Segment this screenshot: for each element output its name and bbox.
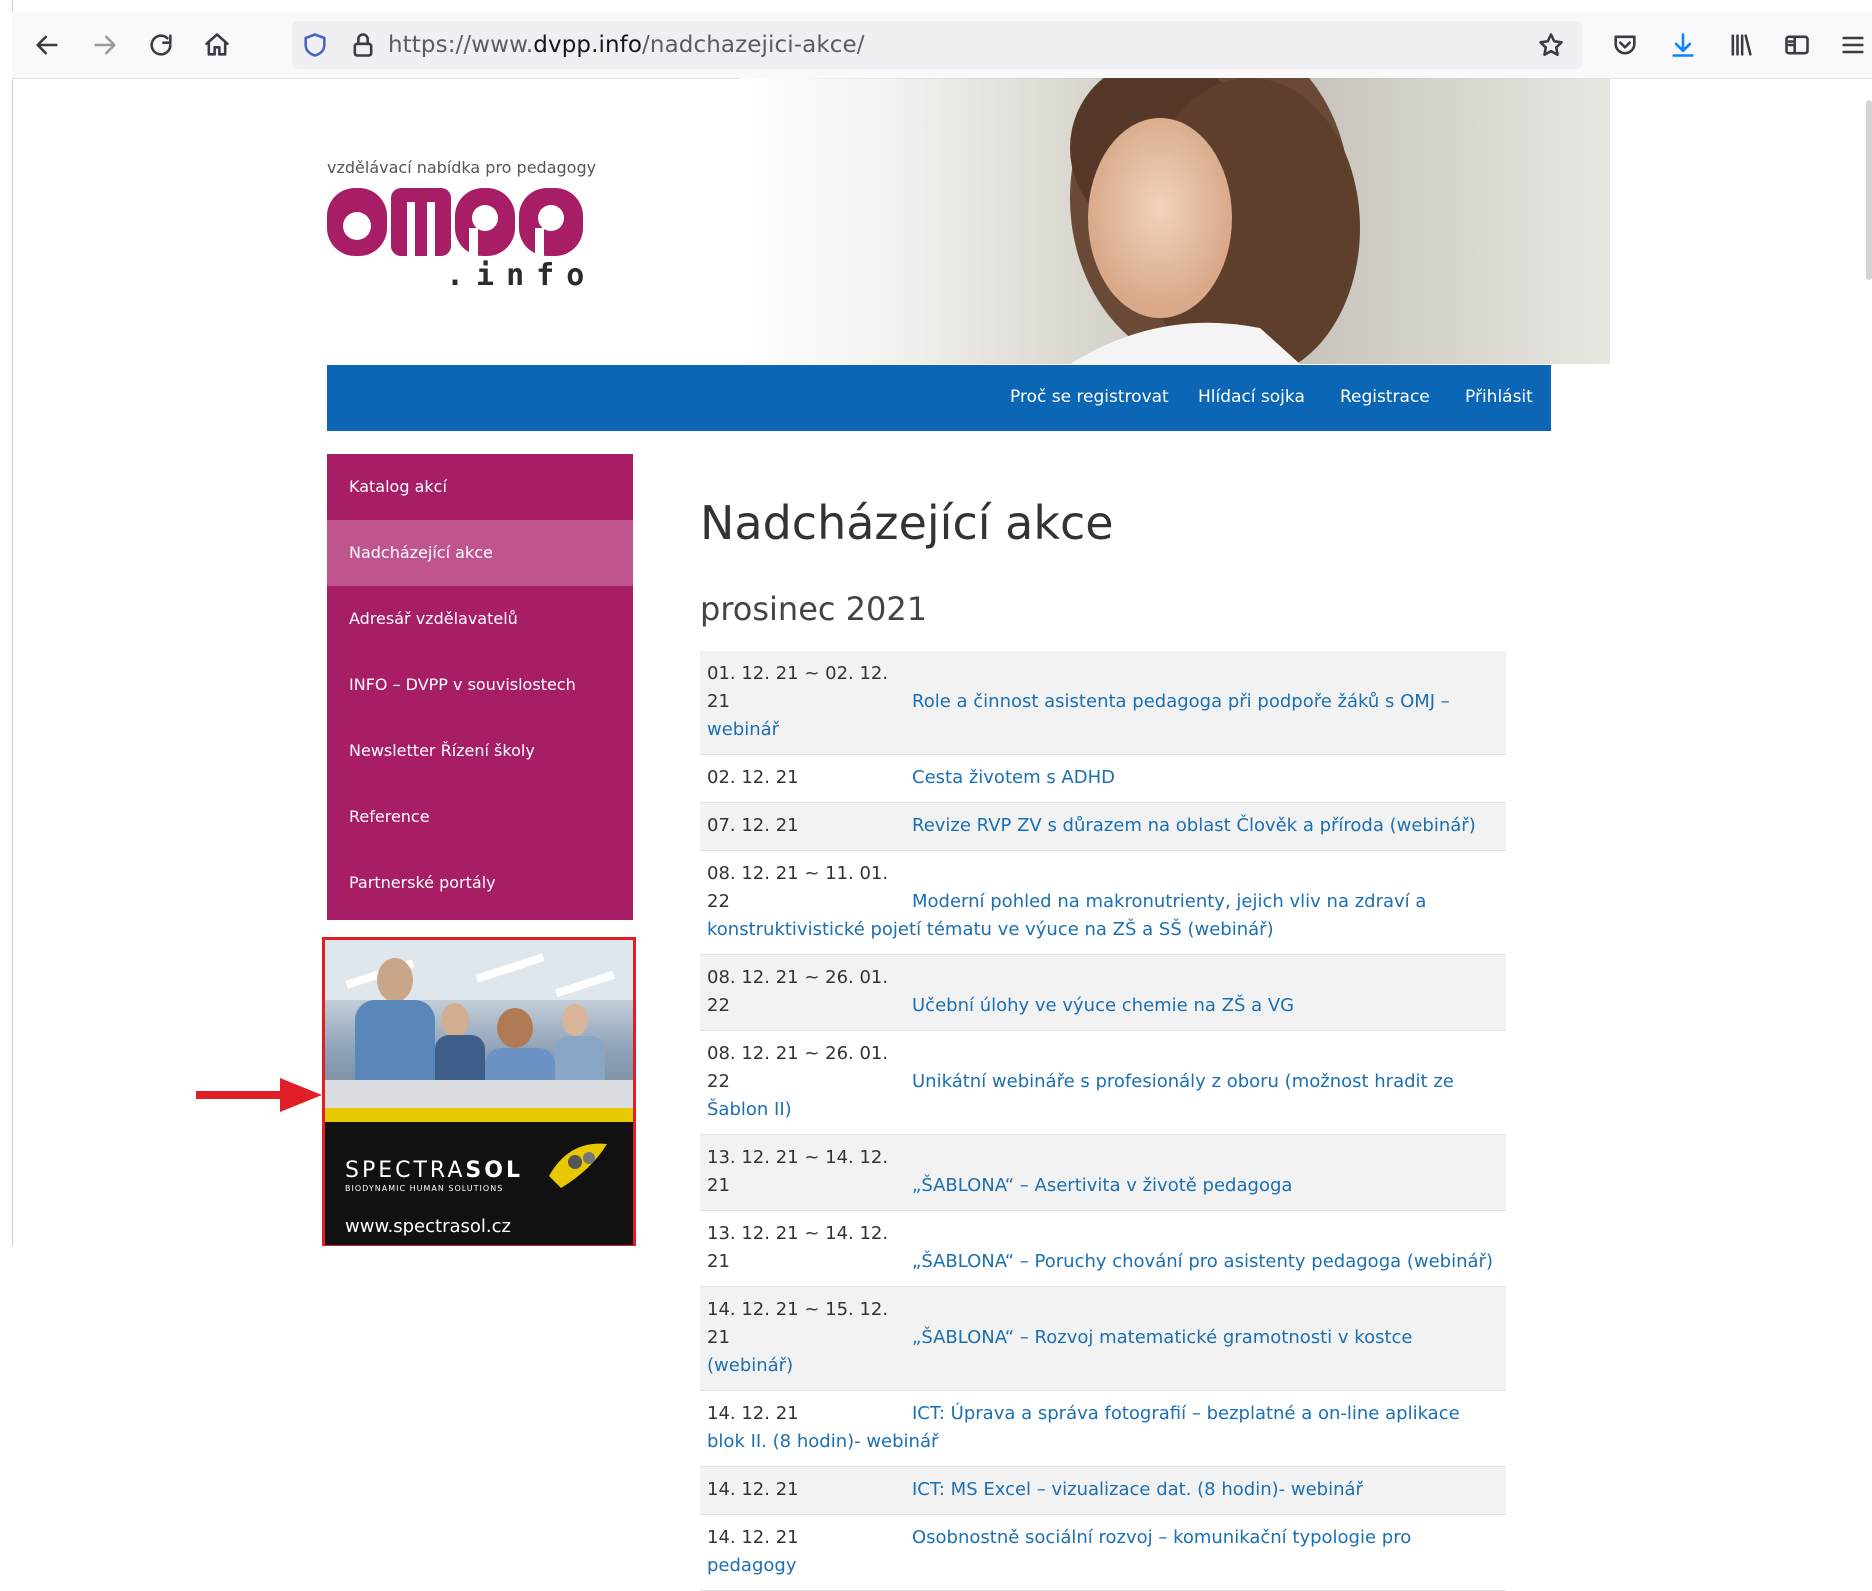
event-row: 13. 12. 21 ~ 14. 12. 21 „ŠABLONA“ – Asert… [700,1135,1506,1211]
ad-brand-name: SPECTRASOL [345,1158,523,1183]
sidebar-item-catalog[interactable]: Katalog akcí [327,454,633,520]
sidebar-icon [1785,35,1809,55]
ad-yellow-stripe [325,1108,633,1122]
event-date: 01. 12. 21 ~ 02. 12. 21 [707,663,889,712]
event-date: 02. 12. 21 [707,767,799,788]
month-heading: prosinec 2021 [700,590,928,628]
event-date: 14. 12. 21 [707,1527,799,1548]
ad-brand-subtitle: BIODYNAMIC HUMAN SOLUTIONS [345,1184,504,1193]
site-security-lock[interactable] [344,26,382,64]
event-date: 14. 12. 21 [707,1403,799,1424]
event-row: 08. 12. 21 ~ 26. 01. 22 Učební úlohy ve v… [700,955,1506,1031]
nav-registration[interactable]: Registrace [1340,387,1430,407]
red-arrow-annotation-icon [196,1078,322,1112]
home-icon [205,33,229,56]
spectrasol-emblem-icon [549,1143,607,1188]
downloads-button[interactable] [1664,26,1702,64]
sidebar-item-newsletter[interactable]: Newsletter Řízení školy [327,718,633,784]
sidebar-menu: Katalog akcí Nadcházející akce Adresář v… [327,454,633,920]
dvpp-logo-graphic [327,188,583,256]
event-link[interactable]: Cesta životem s ADHD [912,767,1115,788]
spectrasol-ad-banner[interactable]: SPECTRASOL BIODYNAMIC HUMAN SOLUTIONS ww… [322,937,636,1248]
event-date: 08. 12. 21 ~ 26. 01. 22 [707,1043,889,1092]
nav-watchdog[interactable]: Hlídací sojka [1198,387,1305,407]
library-button[interactable] [1722,26,1760,64]
pocket-button[interactable] [1606,26,1644,64]
dvpp-logo[interactable] [327,188,585,264]
event-date: 14. 12. 21 ~ 15. 12. 21 [707,1299,889,1348]
event-row: 14. 12. 21 ~ 15. 12. 21 „ŠABLONA“ – Rozvo… [700,1287,1506,1391]
ad-url[interactable]: www.spectrasol.cz [345,1216,511,1237]
site-tagline: vzdělávací nabídka pro pedagogy [327,158,597,177]
forward-button[interactable] [86,26,124,64]
sidebar-item-upcoming[interactable]: Nadcházející akce [327,520,633,586]
page-title: Nadcházející akce [700,496,1114,550]
library-icon [1731,34,1752,56]
bookmark-star-button[interactable] [1532,26,1570,64]
event-date: 13. 12. 21 ~ 14. 12. 21 [707,1223,889,1272]
event-date: 07. 12. 21 [707,815,799,836]
event-row: 08. 12. 21 ~ 11. 01. 22 Moderní pohled na… [700,851,1506,955]
window-frame-left [0,0,13,1248]
star-icon [1539,33,1563,56]
sidebar-item-reference[interactable]: Reference [327,784,633,850]
nav-why-register[interactable]: Proč se registrovat [1010,387,1169,407]
sidebar-item-info[interactable]: INFO – DVPP v souvislostech [327,652,633,718]
events-list: 01. 12. 21 ~ 02. 12. 21 Role a činnost as… [700,651,1506,1591]
event-link[interactable]: Revize RVP ZV s důrazem na oblast Člověk… [912,815,1476,836]
event-row: 01. 12. 21 ~ 02. 12. 21 Role a činnost as… [700,651,1506,755]
arrow-left-icon [36,35,58,55]
hamburger-icon [1842,36,1864,54]
shield-icon [304,33,326,57]
url-text[interactable]: https://www.dvpp.info/nadchazejici-akce/ [388,32,865,58]
event-row: 14. 12. 21 Osobnostně sociální rozvoj – k… [700,1515,1506,1591]
pocket-icon [1614,35,1636,55]
page-scrollbar[interactable] [1866,100,1872,280]
event-row: 14. 12. 21 ICT: MS Excel – vizualizace da… [700,1467,1506,1515]
logo-info-text: .info [446,258,597,293]
event-date: 14. 12. 21 [707,1479,799,1500]
event-row: 07. 12. 21 Revize RVP ZV s důrazem na obl… [700,803,1506,851]
event-link[interactable]: „ŠABLONA“ – Poruchy chování pro asistent… [912,1251,1493,1272]
event-link[interactable]: „ŠABLONA“ – Asertivita v životě pedagoga [912,1175,1292,1196]
sidebar-toggle-button[interactable] [1778,26,1816,64]
header-hero-image [740,78,1610,364]
reload-button[interactable] [142,26,180,64]
back-button[interactable] [28,26,66,64]
main-navbar: Proč se registrovat Hlídací sojka Regist… [327,365,1551,431]
lock-icon [353,33,373,57]
ad-classroom-photo [325,940,633,1122]
event-link[interactable]: ICT: MS Excel – vizualizace dat. (8 hodi… [912,1479,1363,1500]
event-date: 08. 12. 21 ~ 26. 01. 22 [707,967,889,1016]
download-icon [1672,33,1694,57]
menu-button[interactable] [1834,26,1872,64]
event-row: 08. 12. 21 ~ 26. 01. 22 Unikátní webináře… [700,1031,1506,1135]
arrow-right-icon [94,35,116,55]
tracking-protection-shield[interactable] [296,26,334,64]
home-button[interactable] [198,26,236,64]
nav-login[interactable]: Přihlásit [1465,387,1533,407]
sidebar-item-partners[interactable]: Partnerské portály [327,850,633,916]
event-link[interactable]: Učební úlohy ve výuce chemie na ZŠ a VG [912,995,1294,1016]
event-row: 14. 12. 21 ICT: Úprava a správa fotografi… [700,1391,1506,1467]
event-date: 08. 12. 21 ~ 11. 01. 22 [707,863,889,912]
reload-icon [150,34,172,56]
event-date: 13. 12. 21 ~ 14. 12. 21 [707,1147,889,1196]
browser-toolbar: https://www.dvpp.info/nadchazejici-akce/ [12,12,1872,79]
event-row: 13. 12. 21 ~ 14. 12. 21 „ŠABLONA“ – Poruc… [700,1211,1506,1287]
event-row: 02. 12. 21 Cesta životem s ADHD [700,755,1506,803]
sidebar-item-directory[interactable]: Adresář vzdělavatelů [327,586,633,652]
classroom-photo-graphic [325,940,633,1108]
woman-portrait-image [1070,78,1360,364]
